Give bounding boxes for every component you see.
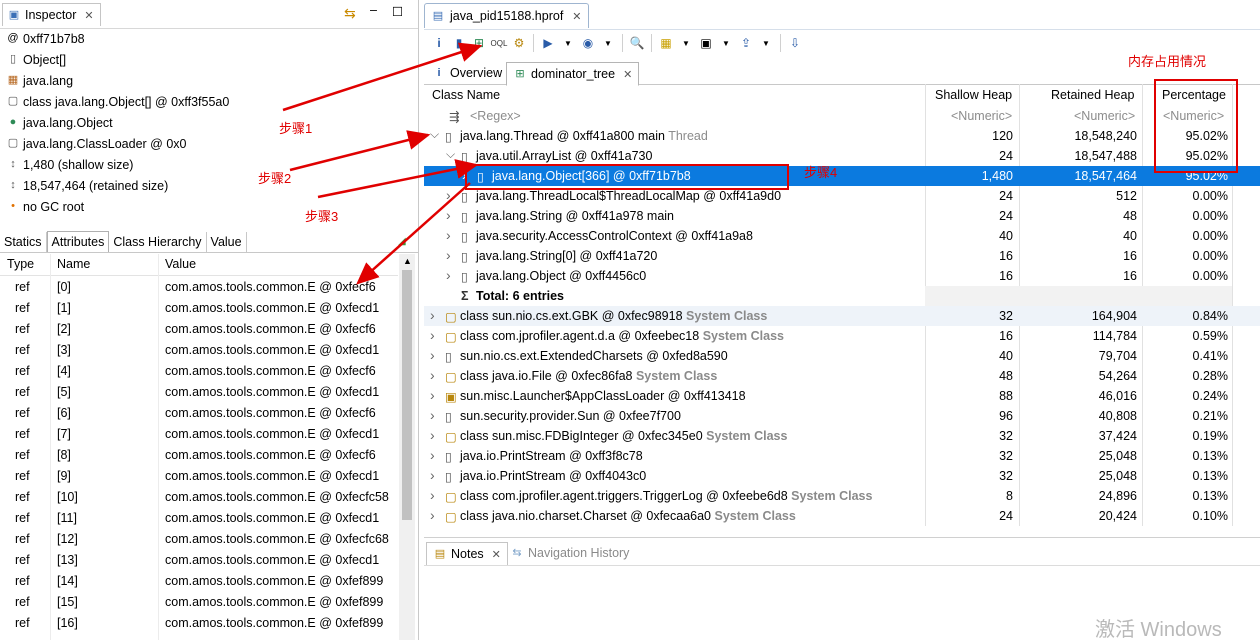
arrow-step3 [317,159,479,199]
annotation-memory-usage: 内存占用情况 [1128,54,1207,69]
highlight-object-array [465,164,789,190]
activate-windows-watermark: 激活 Windows [1095,619,1222,641]
annotation-step4: 步骤4 [804,165,838,180]
annotation-step3: 步骤3 [305,209,339,224]
highlight-percentage [1154,79,1238,173]
annotation-arrows [282,42,483,285]
annotation-step1: 步骤1 [279,121,313,136]
arrow-step1 [282,42,483,112]
annotation-step2: 步骤2 [258,171,292,186]
arrow-step4 [356,182,471,285]
arrow-step2 [289,130,431,172]
